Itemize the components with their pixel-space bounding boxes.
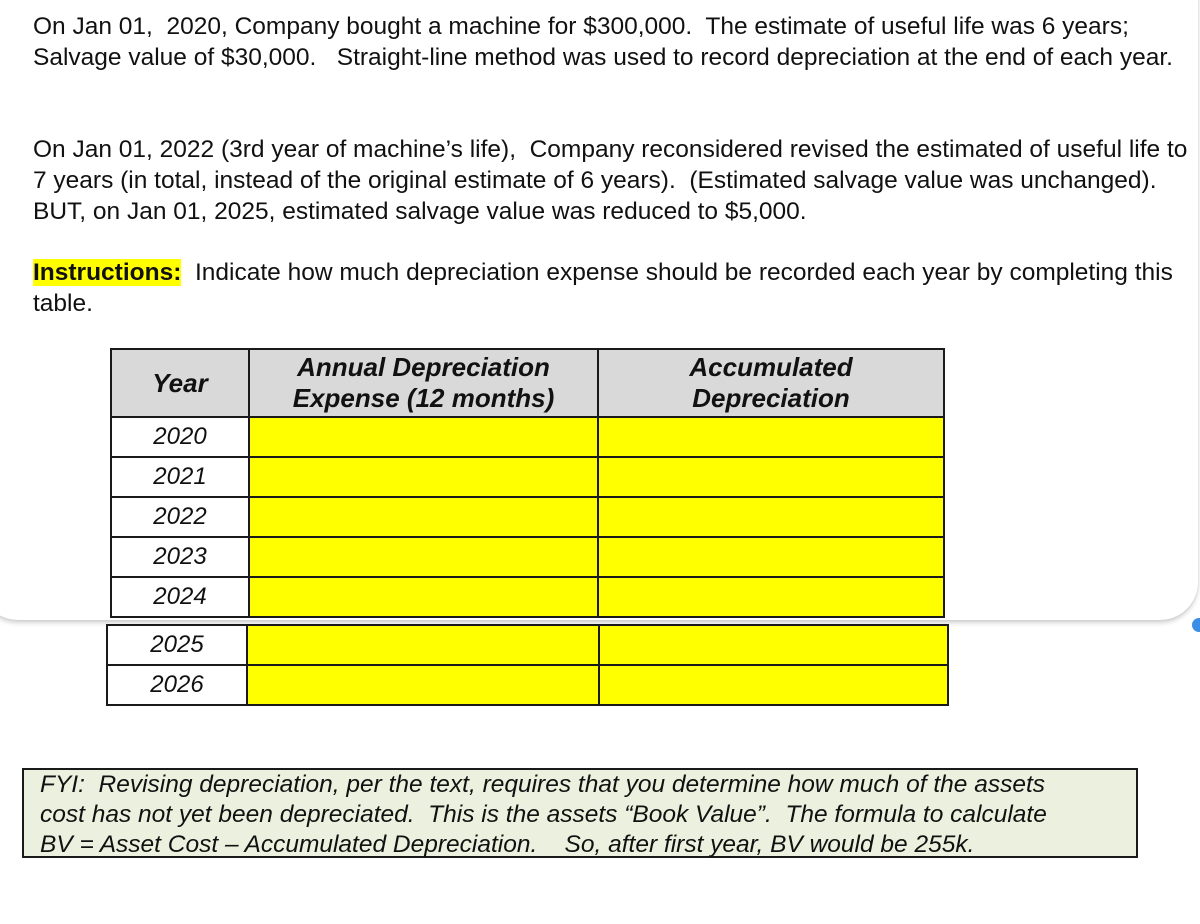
header-accumulated: Accumulated Depreciation bbox=[597, 348, 945, 418]
accumulated-input-cell[interactable] bbox=[597, 536, 945, 578]
accumulated-input-cell[interactable] bbox=[598, 624, 949, 666]
year-cell: 2026 bbox=[106, 664, 248, 706]
instructions: Instructions: Indicate how much deprecia… bbox=[33, 257, 1193, 319]
fyi-line-1: FYI: Revising depreciation, per the text… bbox=[40, 771, 1046, 798]
header-expense-line2: Expense (12 months) bbox=[292, 383, 555, 413]
depreciation-table: Year Annual Depreciation Expense (12 mont… bbox=[110, 348, 945, 618]
problem-paragraph-1: On Jan 01, 2020, Company bought a machin… bbox=[33, 13, 1173, 71]
scroll-indicator-dot bbox=[1192, 618, 1200, 632]
header-expense-line1: Annual Depreciation bbox=[297, 352, 550, 382]
year-cell: 2023 bbox=[110, 536, 250, 578]
problem-paragraph-2: On Jan 01, 2022 (3rd year of machine’s l… bbox=[33, 136, 1195, 225]
accumulated-input-cell[interactable] bbox=[597, 456, 945, 498]
accumulated-input-cell[interactable] bbox=[598, 664, 949, 706]
expense-input-cell[interactable] bbox=[248, 416, 599, 458]
header-annual-expense: Annual Depreciation Expense (12 months) bbox=[248, 348, 599, 418]
fyi-line-3: BV = Asset Cost – Accumulated Depreciati… bbox=[40, 831, 975, 858]
expense-input-cell[interactable] bbox=[248, 576, 599, 618]
expense-input-cell[interactable] bbox=[246, 664, 600, 706]
expense-input-cell[interactable] bbox=[248, 536, 599, 578]
year-cell: 2020 bbox=[110, 416, 250, 458]
accumulated-input-cell[interactable] bbox=[597, 496, 945, 538]
year-cell: 2025 bbox=[106, 624, 248, 666]
table-row: 2023 bbox=[110, 536, 945, 578]
table-row: 2024 bbox=[110, 576, 945, 618]
expense-input-cell[interactable] bbox=[246, 624, 600, 666]
table-row: 2022 bbox=[110, 496, 945, 538]
expense-input-cell[interactable] bbox=[248, 456, 599, 498]
header-accum-line2: Depreciation bbox=[692, 383, 850, 413]
expense-input-cell[interactable] bbox=[248, 496, 599, 538]
accumulated-input-cell[interactable] bbox=[597, 416, 945, 458]
table-row: 2021 bbox=[110, 456, 945, 498]
depreciation-table-continued: 2025 2026 bbox=[106, 624, 949, 706]
table-row: 2025 bbox=[106, 624, 949, 666]
table-header-row: Year Annual Depreciation Expense (12 mont… bbox=[110, 348, 945, 418]
instructions-label: Instructions: bbox=[33, 259, 182, 286]
table-row: 2026 bbox=[106, 664, 949, 706]
header-accum-line1: Accumulated bbox=[689, 352, 853, 382]
year-cell: 2024 bbox=[110, 576, 250, 618]
header-year: Year bbox=[110, 348, 250, 418]
year-cell: 2022 bbox=[110, 496, 250, 538]
instructions-text: Indicate how much depreciation expense s… bbox=[33, 259, 1180, 317]
fyi-note-box: FYI: Revising depreciation, per the text… bbox=[22, 768, 1138, 858]
accumulated-input-cell[interactable] bbox=[597, 576, 945, 618]
fyi-line-2: cost has not yet been depreciated. This … bbox=[40, 801, 1047, 828]
year-cell: 2021 bbox=[110, 456, 250, 498]
table-row: 2020 bbox=[110, 416, 945, 458]
